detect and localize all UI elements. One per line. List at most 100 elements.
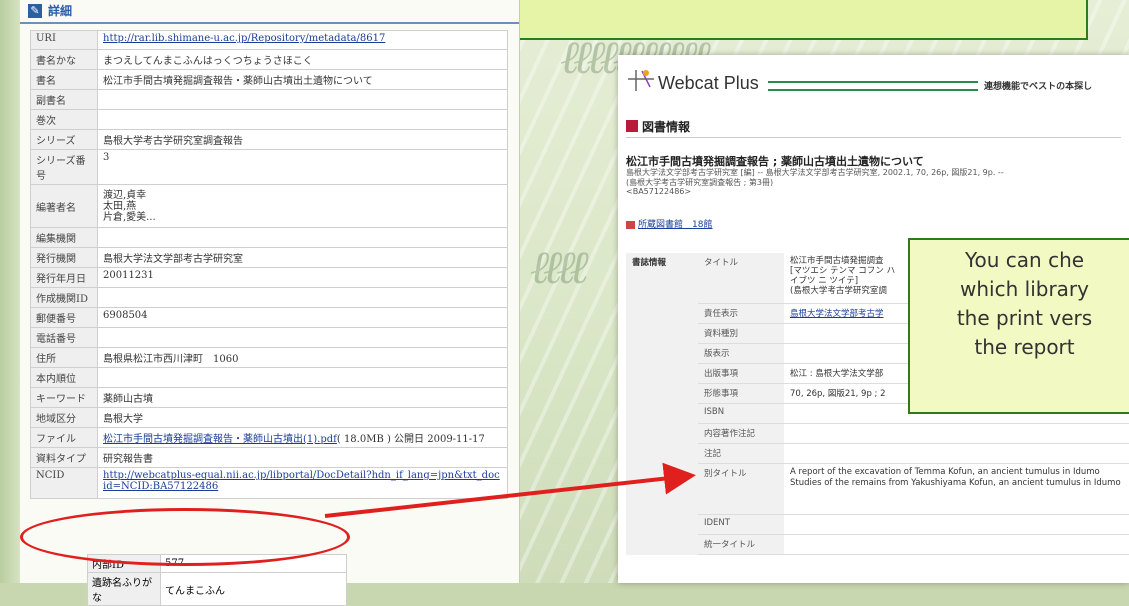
- row-key: 副書名: [30, 89, 98, 110]
- row-value: [97, 367, 508, 388]
- library-icon: [626, 220, 635, 229]
- book-info-icon: [626, 120, 638, 132]
- row-value: [784, 514, 1129, 535]
- background-swirl: ℓℓℓℓ: [530, 240, 589, 294]
- author-link[interactable]: 島根大学法文学部考古学: [790, 309, 884, 319]
- row-key: シリーズ: [30, 129, 98, 150]
- ncid-link[interactable]: http://webcatplus-equal.nii.ac.jp/libpor…: [103, 470, 500, 492]
- edit-icon: ✎: [28, 4, 42, 18]
- row-value: 6908504: [97, 307, 508, 328]
- row-key: シリーズ番号: [30, 149, 98, 185]
- row-value: [97, 287, 508, 308]
- row-value: 島根大学考古学研究室調査報告: [97, 129, 508, 150]
- row-value: 松江市手間古墳発掘調査報告・薬師山古墳出土遺物について: [97, 69, 508, 90]
- highlight-ellipse: [20, 508, 350, 566]
- table-row: 書名かな まつえしてんまこふんはっくつちょうさほこく: [30, 49, 508, 70]
- book-ncid: <BA57122486>: [626, 187, 692, 196]
- row-key: 形態事項: [698, 383, 784, 404]
- row-value: [97, 89, 508, 110]
- table-row: 発行年月日 20011231: [30, 267, 508, 288]
- table-row: 住所 島根県松江市西川津町 1060: [30, 347, 508, 368]
- table-row: シリーズ 島根大学考古学研究室調査報告: [30, 129, 508, 150]
- detail-header-label: 詳細: [48, 4, 73, 18]
- holdings-label[interactable]: 所蔵図書館 18館: [638, 220, 712, 230]
- row-value: [97, 327, 508, 348]
- row-value: [784, 534, 1129, 555]
- row-value: 薬師山古墳: [97, 387, 508, 408]
- row-key: 遺跡名ふりがな: [87, 572, 161, 606]
- uri-link[interactable]: http://rar.lib.shimane-u.ac.jp/Repositor…: [103, 33, 385, 44]
- row-key: 資料種別: [698, 323, 784, 344]
- table-row: IDENT: [626, 514, 1129, 535]
- row-value: てんまこふん: [160, 572, 347, 606]
- table-row: 資料タイプ 研究報告書: [30, 447, 508, 468]
- divider: [626, 137, 1121, 138]
- table-row: 電話番号: [30, 327, 508, 348]
- bib-section-label: 書誌情報: [626, 253, 698, 555]
- row-value: [784, 423, 1129, 444]
- row-key: 責任表示: [698, 303, 784, 324]
- row-key: 編集機関: [30, 227, 98, 248]
- table-row: 編集機関: [30, 227, 508, 248]
- row-key: 出版事項: [698, 363, 784, 384]
- table-row: 編著者名 渡辺,貞幸 太田,燕 片倉,愛美...: [30, 184, 508, 228]
- row-value: 島根県松江市西川津町 1060: [97, 347, 508, 368]
- row-key: 版表示: [698, 343, 784, 364]
- row-key: 資料タイプ: [30, 447, 98, 468]
- file-info: ( 18.0MB ) 公開日 2009-11-17: [336, 434, 485, 445]
- row-key: 編著者名: [30, 184, 98, 228]
- detail-header: ✎ 詳細: [20, 0, 519, 24]
- table-row: シリーズ番号 3: [30, 149, 508, 185]
- row-key: 内容著作注記: [698, 423, 784, 444]
- row-key: 発行機関: [30, 247, 98, 268]
- row-key: 作成機関ID: [30, 287, 98, 308]
- webcat-title: Webcat Plus: [658, 73, 759, 93]
- row-value: A report of the excavation of Temma Kofu…: [784, 463, 1129, 515]
- callout-box: You can che which library the print vers…: [908, 238, 1129, 414]
- title-rule: [768, 81, 978, 91]
- holdings-link[interactable]: 所蔵図書館 18館: [626, 217, 712, 230]
- row-value: 3: [97, 149, 508, 185]
- table-row: 別タイトル A report of the excavation of Temma…: [626, 463, 1129, 515]
- row-key: 郵便番号: [30, 307, 98, 328]
- callout-line: You can che: [964, 248, 1085, 272]
- table-row: URI http://rar.lib.shimane-u.ac.jp/Reposi…: [30, 30, 508, 50]
- callout-line: the print vers: [956, 306, 1093, 330]
- webcat-logo-icon: [628, 70, 654, 91]
- table-row: 内容著作注記: [626, 423, 1129, 444]
- row-value: [97, 109, 508, 130]
- webcat-tagline: 連想機能でベストの本探し: [984, 82, 1093, 92]
- row-key: 住所: [30, 347, 98, 368]
- callout-line: which library: [960, 277, 1089, 301]
- background-left: [0, 0, 20, 583]
- row-key: タイトル: [698, 253, 784, 304]
- row-value: [97, 227, 508, 248]
- row-value: まつえしてんまこふんはっくつちょうさほこく: [97, 49, 508, 70]
- table-row: 作成機関ID: [30, 287, 508, 308]
- row-key: 注記: [698, 443, 784, 464]
- table-row: 発行機関 島根大学法文学部考古学研究室: [30, 247, 508, 268]
- table-row: キーワード 薬師山古墳: [30, 387, 508, 408]
- table-row: 地域区分 島根大学: [30, 407, 508, 428]
- row-value: 島根大学: [97, 407, 508, 428]
- table-row: 注記: [626, 443, 1129, 464]
- row-key: URI: [30, 30, 98, 50]
- row-value: 渡辺,貞幸 太田,燕 片倉,愛美...: [97, 184, 508, 228]
- row-value: 島根大学法文学部考古学研究室: [97, 247, 508, 268]
- row-key: 書名かな: [30, 49, 98, 70]
- table-row: NCID http://webcatplus-equal.nii.ac.jp/li…: [30, 467, 508, 499]
- row-key: NCID: [30, 467, 98, 499]
- row-key: 電話番号: [30, 327, 98, 348]
- table-row: 郵便番号 6908504: [30, 307, 508, 328]
- row-value: 研究報告書: [97, 447, 508, 468]
- pdf-file-link[interactable]: 松江市手間古墳発掘調査報告・薬師山古墳出(1).pdf: [103, 434, 337, 445]
- table-row: 本内順位: [30, 367, 508, 388]
- table-row: 書名 松江市手間古墳発掘調査報告・薬師山古墳出土遺物について: [30, 69, 508, 90]
- row-key: キーワード: [30, 387, 98, 408]
- section-heading: 図書情報: [642, 120, 691, 134]
- row-key: 発行年月日: [30, 267, 98, 288]
- row-key: 統一タイトル: [698, 534, 784, 555]
- row-value: 20011231: [97, 267, 508, 288]
- row-key: 本内順位: [30, 367, 98, 388]
- metadata-table: URI http://rar.lib.shimane-u.ac.jp/Reposi…: [30, 30, 508, 499]
